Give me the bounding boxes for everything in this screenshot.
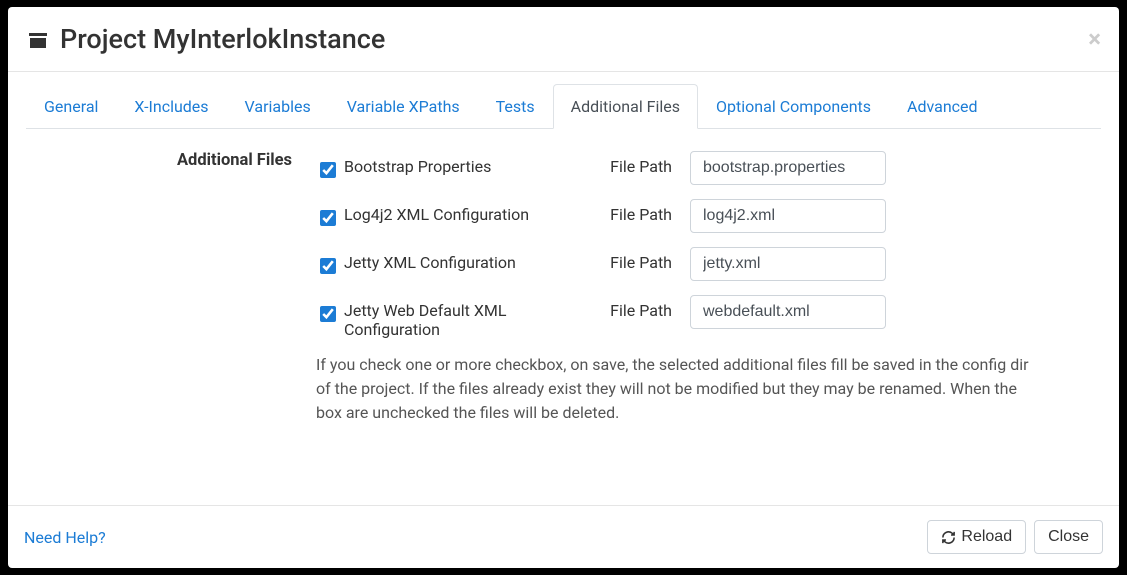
project-modal: Project MyInterlokInstance × General X-I… bbox=[8, 7, 1119, 568]
checkbox-log4j2[interactable] bbox=[320, 210, 336, 226]
checkbox-label-jetty: Jetty XML Configuration bbox=[340, 247, 600, 272]
tab-xincludes[interactable]: X-Includes bbox=[116, 84, 226, 129]
filepath-input-bootstrap[interactable] bbox=[690, 151, 886, 185]
checkbox-label-log4j2: Log4j2 XML Configuration bbox=[340, 199, 600, 224]
tab-variable-xpaths[interactable]: Variable XPaths bbox=[329, 84, 478, 129]
box-icon bbox=[26, 27, 50, 51]
filepath-label: File Path bbox=[600, 151, 690, 176]
filepath-label: File Path bbox=[600, 295, 690, 320]
file-row: Jetty Web Default XML Configuration File… bbox=[26, 295, 1101, 339]
tab-tests[interactable]: Tests bbox=[478, 84, 553, 129]
close-button-label: Close bbox=[1048, 528, 1089, 546]
checkbox-jetty[interactable] bbox=[320, 258, 336, 274]
checkbox-jetty-webdefault[interactable] bbox=[320, 306, 336, 322]
tab-variables[interactable]: Variables bbox=[227, 84, 329, 129]
checkbox-bootstrap[interactable] bbox=[320, 162, 336, 178]
modal-title-container: Project MyInterlokInstance bbox=[26, 23, 385, 55]
close-icon[interactable]: × bbox=[1088, 27, 1101, 51]
section-label: Additional Files bbox=[26, 151, 316, 170]
reload-icon bbox=[941, 530, 956, 545]
checkbox-label-bootstrap: Bootstrap Properties bbox=[340, 151, 600, 176]
tabs-container: General X-Includes Variables Variable XP… bbox=[26, 84, 1101, 129]
tab-optional-components[interactable]: Optional Components bbox=[698, 84, 889, 129]
checkbox-label-jetty-webdefault: Jetty Web Default XML Configuration bbox=[340, 295, 600, 339]
file-row: Additional Files Bootstrap Properties Fi… bbox=[26, 151, 1101, 185]
close-button[interactable]: Close bbox=[1034, 520, 1103, 554]
filepath-input-log4j2[interactable] bbox=[690, 199, 886, 233]
filepath-input-jetty[interactable] bbox=[690, 247, 886, 281]
tab-content-additional-files: Additional Files Bootstrap Properties Fi… bbox=[26, 129, 1101, 425]
filepath-input-jetty-webdefault[interactable] bbox=[690, 295, 886, 329]
file-row: Log4j2 XML Configuration File Path bbox=[26, 199, 1101, 233]
modal-header: Project MyInterlokInstance × bbox=[8, 7, 1119, 72]
modal-body: General X-Includes Variables Variable XP… bbox=[8, 72, 1119, 505]
filepath-label: File Path bbox=[600, 199, 690, 224]
tab-additional-files[interactable]: Additional Files bbox=[553, 84, 698, 129]
help-text: If you check one or more checkbox, on sa… bbox=[316, 353, 1031, 425]
tab-general[interactable]: General bbox=[26, 84, 116, 129]
filepath-label: File Path bbox=[600, 247, 690, 272]
reload-button[interactable]: Reload bbox=[927, 520, 1026, 554]
footer-buttons: Reload Close bbox=[927, 520, 1103, 554]
reload-button-label: Reload bbox=[961, 528, 1012, 546]
title-name: MyInterlokInstance bbox=[153, 23, 386, 55]
modal-footer: Need Help? Reload Close bbox=[8, 505, 1119, 568]
file-row: Jetty XML Configuration File Path bbox=[26, 247, 1101, 281]
help-link[interactable]: Need Help? bbox=[24, 528, 106, 547]
title-prefix: Project bbox=[60, 23, 146, 55]
tab-advanced[interactable]: Advanced bbox=[889, 84, 996, 129]
